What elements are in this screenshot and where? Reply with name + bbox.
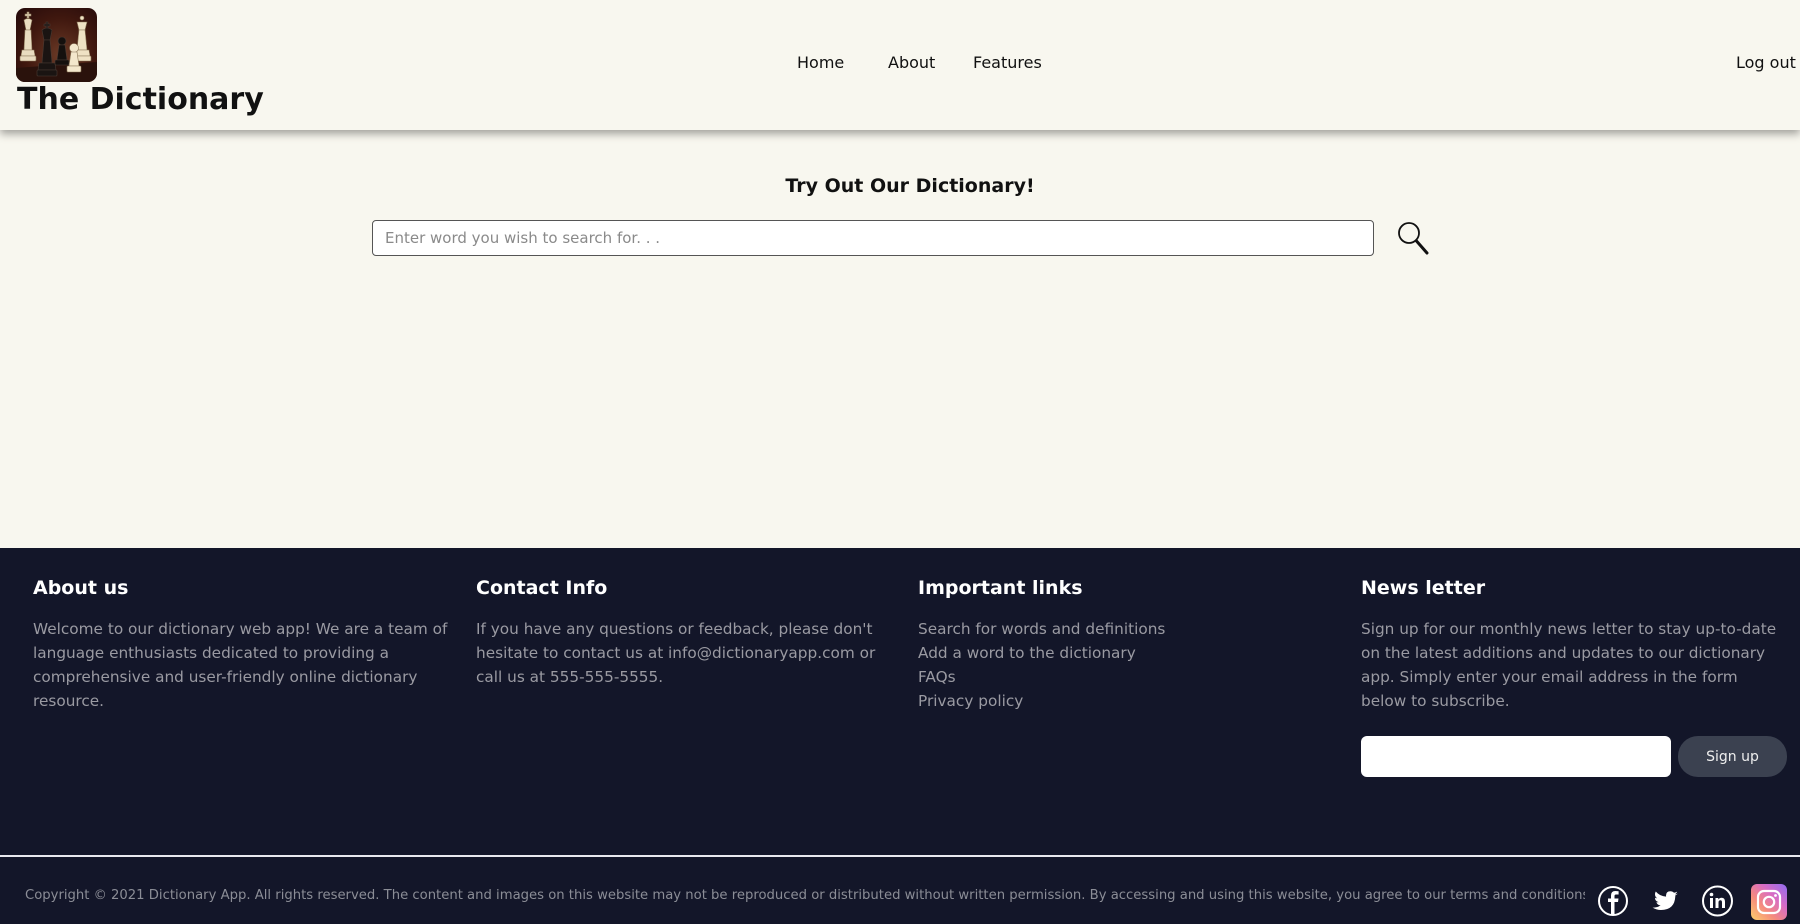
important-links-column: Important links Search for words and def… (918, 576, 1348, 713)
search-button[interactable] (1396, 220, 1430, 256)
facebook-icon (1598, 886, 1628, 916)
link-faqs[interactable]: FAQs (918, 665, 1348, 689)
newsletter-email-input[interactable] (1361, 736, 1671, 777)
newsletter-form: Sign up (1361, 736, 1791, 778)
nav-home-link[interactable]: Home (797, 53, 844, 72)
contact-info-column: Contact Info If you have any questions o… (476, 576, 906, 689)
about-us-heading: About us (33, 577, 129, 599)
nav-features-link[interactable]: Features (973, 53, 1042, 72)
about-us-column: About us Welcome to our dictionary web a… (33, 576, 463, 713)
site-footer: About us Welcome to our dictionary web a… (0, 548, 1800, 924)
instagram-icon (1751, 884, 1787, 920)
footer-divider (0, 855, 1800, 857)
search-icon (1398, 222, 1429, 255)
site-header: The Dictionary Home About Features Log o… (0, 0, 1800, 130)
search-heading: Try Out Our Dictionary! (785, 175, 1035, 197)
newsletter-column: News letter Sign up for our monthly news… (1361, 576, 1787, 777)
signup-button[interactable]: Sign up (1678, 736, 1787, 777)
logout-link[interactable]: Log out (1736, 53, 1796, 72)
link-privacy-policy[interactable]: Privacy policy (918, 689, 1348, 713)
link-search-words[interactable]: Search for words and definitions (918, 617, 1348, 641)
linkedin-icon (1702, 885, 1733, 917)
twitter-link[interactable] (1650, 883, 1680, 919)
contact-info-text: If you have any questions or feedback, p… (476, 620, 876, 686)
about-us-text: Welcome to our dictionary web app! We ar… (33, 620, 448, 710)
linkedin-link[interactable] (1701, 883, 1734, 919)
facebook-link[interactable] (1597, 883, 1629, 919)
newsletter-heading: News letter (1361, 577, 1486, 599)
instagram-link[interactable] (1751, 884, 1787, 920)
copyright-text: Copyright © 2021 Dictionary App. All rig… (25, 888, 1585, 903)
word-search-input[interactable] (372, 220, 1374, 256)
link-add-word[interactable]: Add a word to the dictionary (918, 641, 1348, 665)
main-nav: Home About Features Log out (0, 53, 1800, 77)
twitter-icon (1652, 891, 1678, 910)
nav-about-link[interactable]: About (888, 53, 935, 72)
site-title[interactable]: The Dictionary (17, 82, 264, 117)
contact-info-heading: Contact Info (476, 577, 608, 599)
newsletter-text: Sign up for our monthly news letter to s… (1361, 620, 1777, 710)
important-links-heading: Important links (918, 577, 1083, 599)
search-section: Try Out Our Dictionary! (0, 130, 1800, 548)
